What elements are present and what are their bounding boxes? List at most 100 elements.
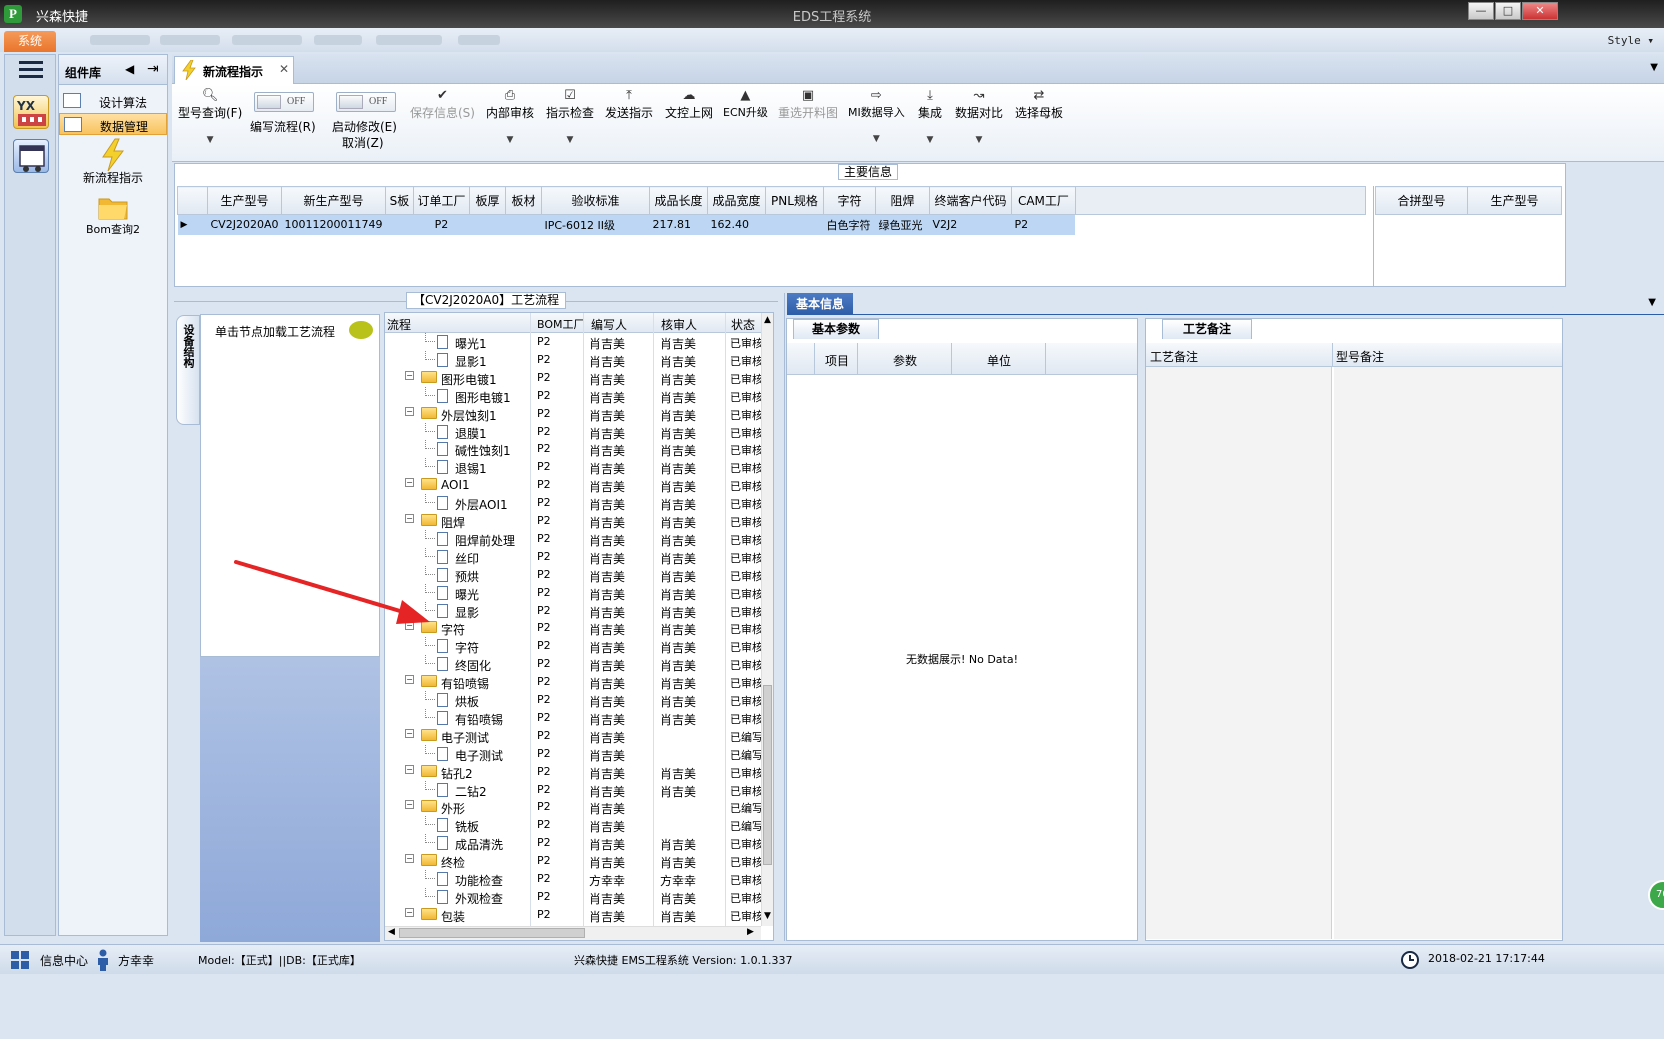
column-header[interactable]: 单位 — [987, 352, 1011, 369]
close-tab-icon[interactable]: ✕ — [279, 62, 289, 76]
flow-tree-row[interactable]: − 字符 P2 肖吉美 肖吉美 已审核 — [385, 619, 761, 637]
flow-tree-row[interactable]: − 外层蚀刻1 P2 肖吉美 肖吉美 已审核 — [385, 405, 761, 423]
basic-info-title[interactable]: 基本信息 — [787, 293, 853, 315]
flow-tree-row[interactable]: − 有铅喷锡 P2 肖吉美 肖吉美 已审核 — [385, 673, 761, 691]
node-load-box[interactable]: 单击节点加载工艺流程 — [200, 314, 380, 657]
minimize-button[interactable]: — — [1468, 2, 1494, 20]
info-center-link[interactable]: 信息中心 — [40, 952, 88, 969]
instruction-check-button[interactable]: ☑ 指示检查 ▼ — [546, 88, 594, 145]
table-cell[interactable] — [765, 214, 824, 235]
pin-panel-icon[interactable]: ⇥ — [147, 61, 159, 77]
table-cell[interactable]: 217.81 — [649, 214, 708, 235]
flow-tree-row[interactable]: 铣板 P2 肖吉美 已编写 — [385, 816, 761, 834]
doc-upload-button[interactable]: ☁ 文控上网 — [665, 88, 713, 121]
tab-new-flow-indicator[interactable]: 新流程指示 ✕ — [174, 56, 294, 84]
flow-tree-row[interactable]: − AOI1 P2 肖吉美 肖吉美 已审核 — [385, 476, 761, 494]
menu-item-blurred[interactable] — [376, 35, 442, 45]
menu-item-blurred[interactable] — [314, 35, 362, 45]
mi-import-button[interactable]: ⇨ MI数据导入 ▼ — [848, 88, 905, 144]
column-header[interactable]: 阻焊 — [874, 186, 930, 215]
table-cell[interactable] — [385, 214, 414, 235]
send-instruction-button[interactable]: ⤒ 发送指示 — [605, 88, 653, 121]
hamburger-menu-icon[interactable] — [19, 61, 43, 79]
factory-icon[interactable]: YX — [13, 95, 49, 129]
column-header[interactable]: S板 — [384, 186, 414, 215]
flow-tree-row[interactable]: 外层AOI1 P2 肖吉美 肖吉美 已审核 — [385, 494, 761, 512]
flow-tree-row[interactable]: 字符 P2 肖吉美 肖吉美 已审核 — [385, 637, 761, 655]
sidebar-item-data-management[interactable]: 数据管理 — [59, 113, 167, 135]
column-header[interactable]: 工艺备注 — [1150, 348, 1198, 365]
tab-equipment-structure[interactable]: 设备结构 — [176, 315, 200, 425]
flow-tree-row[interactable]: 外观检查 P2 肖吉美 肖吉美 已审核 — [385, 887, 761, 906]
flow-tree-row[interactable]: 终固化 P2 肖吉美 肖吉美 已审核 — [385, 655, 761, 673]
bom-query-label[interactable]: Bom查询2 — [59, 221, 167, 237]
table-cell[interactable]: V2J2 — [929, 214, 1012, 235]
process-notes-textarea[interactable] — [1146, 367, 1332, 939]
collapse-toggle-icon[interactable]: − — [405, 370, 414, 380]
column-header[interactable]: 成品宽度 — [706, 186, 766, 215]
column-header[interactable]: 流程 — [387, 316, 411, 333]
scroll-left-icon[interactable]: ◀ — [388, 927, 395, 937]
flow-tree-row[interactable]: 阻焊前处理 P2 肖吉美 肖吉美 已审核 — [385, 529, 761, 548]
column-header[interactable]: PNL规格 — [764, 186, 824, 215]
column-header[interactable]: 合拼型号 — [1375, 186, 1468, 215]
column-header[interactable]: 成品长度 — [648, 186, 708, 215]
flow-tree-row[interactable]: − 包装 P2 肖吉美 肖吉美 已审核 — [385, 906, 761, 924]
table-cell[interactable]: 10011200011749 — [281, 214, 386, 235]
table-cell[interactable]: 162.40 — [707, 214, 766, 235]
column-header[interactable]: 验收标准 — [540, 186, 650, 215]
scroll-down-icon[interactable]: ▼ — [764, 911, 771, 921]
flow-tree-row[interactable]: − 电子测试 P2 肖吉美 已编写 — [385, 727, 761, 745]
collapse-arrow-icon[interactable]: ◀ — [125, 62, 134, 76]
flow-tree-row[interactable]: 显影1 P2 肖吉美 肖吉美 已审核 — [385, 350, 761, 369]
new-flow-indicator-label[interactable]: 新流程指示 — [59, 169, 167, 186]
flow-tree-row[interactable]: 退膜1 P2 肖吉美 肖吉美 已审核 — [385, 422, 761, 441]
menu-item-blurred[interactable] — [90, 35, 150, 45]
flow-tree-row[interactable]: − 阻焊 P2 肖吉美 肖吉美 已审核 — [385, 512, 761, 530]
folder-icon[interactable] — [97, 193, 129, 221]
lightning-icon[interactable] — [95, 137, 131, 173]
flow-tree-row[interactable]: − 终检 P2 肖吉美 肖吉美 已审核 — [385, 852, 761, 870]
column-header[interactable]: 终端客户代码 — [928, 186, 1012, 215]
column-header[interactable]: 新生产型号 — [280, 186, 386, 215]
table-cell[interactable] — [469, 214, 506, 235]
write-flow-toggle[interactable]: OFF — [254, 92, 314, 112]
column-header[interactable]: 订单工厂 — [412, 186, 470, 215]
close-window-button[interactable]: ✕ — [1522, 2, 1558, 20]
column-header[interactable]: 项目 — [825, 352, 849, 369]
tab-dropdown-icon[interactable]: ▼ — [1650, 62, 1658, 73]
table-cell[interactable]: P2 — [413, 214, 470, 235]
flow-tree-row[interactable]: 丝印 P2 肖吉美 肖吉美 已审核 — [385, 547, 761, 566]
table-cell[interactable]: IPC-6012 II级 — [541, 214, 650, 235]
data-compare-button[interactable]: ↝ 数据对比 ▼ — [955, 88, 1003, 145]
column-header[interactable]: 生产型号 — [207, 186, 282, 215]
column-header[interactable]: CAM工厂 — [1010, 186, 1076, 215]
collapse-toggle-icon[interactable]: − — [405, 854, 414, 864]
model-query-button[interactable]: 🔍︎ 型号查询(F) ▼ — [178, 88, 242, 145]
flow-tree-row[interactable]: 有铅喷锡 P2 肖吉美 肖吉美 已审核 — [385, 708, 761, 727]
flow-tree-row[interactable]: − 图形电镀1 P2 肖吉美 肖吉美 已审核 — [385, 369, 761, 387]
reselect-cutting-button[interactable]: ▣ 重选开料图 — [778, 88, 838, 121]
collapse-toggle-icon[interactable]: − — [405, 621, 414, 631]
collapse-toggle-icon[interactable]: − — [405, 907, 414, 917]
column-header[interactable]: 字符 — [822, 186, 876, 215]
sidebar-item-design-algorithm[interactable]: 设计算法 — [59, 90, 167, 112]
maximize-button[interactable]: □ — [1495, 2, 1521, 20]
tab-basic-params[interactable]: 基本参数 — [793, 319, 879, 339]
tab-process-notes[interactable]: 工艺备注 — [1162, 319, 1252, 339]
column-header[interactable]: 状态 — [731, 316, 755, 333]
column-header[interactable]: BOM工厂 — [537, 316, 585, 332]
flow-tree-row[interactable]: 图形电镀1 P2 肖吉美 肖吉美 已审核 — [385, 386, 761, 405]
flow-tree-row[interactable]: 成品清洗 P2 肖吉美 肖吉美 已审核 — [385, 834, 761, 852]
column-header[interactable]: 核审人 — [661, 316, 697, 333]
style-menu[interactable]: Style ▾ — [1608, 34, 1654, 47]
flow-tree-row[interactable]: 功能检查 P2 方幸幸 方幸幸 已审核 — [385, 870, 761, 888]
flow-tree-row[interactable]: 显影 P2 肖吉美 肖吉美 已审核 — [385, 601, 761, 620]
windows-grid-icon[interactable] — [10, 950, 30, 970]
column-header[interactable]: 板厚 — [468, 186, 506, 215]
collapse-toggle-icon[interactable]: − — [405, 675, 414, 685]
flow-tree-row[interactable]: 电子测试 P2 肖吉美 已编写 — [385, 744, 761, 763]
cancel-button[interactable]: 取消(Z) — [342, 134, 384, 151]
collapse-toggle-icon[interactable]: − — [405, 764, 414, 774]
collapse-toggle-icon[interactable]: − — [405, 800, 414, 810]
